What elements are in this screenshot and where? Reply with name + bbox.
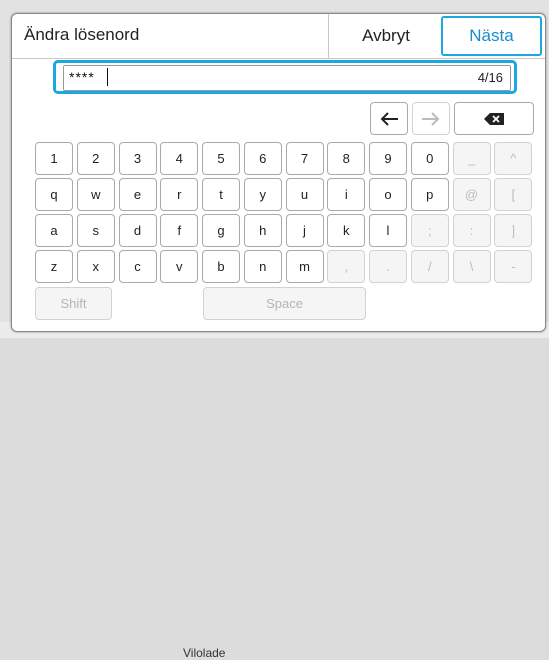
key[interactable]: c — [118, 250, 157, 283]
key[interactable]: x — [76, 250, 115, 283]
arrow-right-icon — [422, 111, 440, 126]
key[interactable]: ] — [494, 214, 533, 247]
key[interactable]: v — [160, 250, 199, 283]
next-button[interactable]: Nästa — [441, 16, 542, 56]
key[interactable]: 1 — [35, 142, 73, 175]
key[interactable]: 2 — [76, 142, 115, 175]
key[interactable]: - — [494, 250, 533, 283]
key[interactable]: y — [243, 178, 282, 211]
character-counter: 4/16 — [477, 70, 503, 85]
key[interactable]: d — [118, 214, 157, 247]
password-input[interactable]: **** 4/16 — [63, 65, 511, 91]
key[interactable]: r — [160, 178, 199, 211]
key[interactable]: : — [452, 214, 491, 247]
key[interactable]: n — [243, 250, 282, 283]
text-caret — [107, 68, 108, 86]
cancel-button[interactable]: Avbryt — [328, 14, 443, 58]
key[interactable]: 7 — [285, 142, 324, 175]
key[interactable]: l — [369, 214, 407, 247]
key[interactable]: w — [76, 178, 115, 211]
key[interactable]: e — [118, 178, 157, 211]
key[interactable]: p — [410, 178, 449, 211]
cursor-right-button[interactable] — [412, 102, 450, 135]
key[interactable]: 9 — [369, 142, 407, 175]
key[interactable]: k — [327, 214, 366, 247]
arrow-left-icon — [380, 111, 398, 126]
key[interactable]: 8 — [327, 142, 366, 175]
key[interactable]: [ — [494, 178, 533, 211]
change-password-dialog: Ändra lösenord Avbryt Nästa **** 4/16 12… — [11, 13, 546, 332]
key[interactable]: \ — [452, 250, 491, 283]
key[interactable]: s — [76, 214, 115, 247]
dialog-header: Ändra lösenord Avbryt Nästa — [12, 14, 545, 59]
backspace-icon — [484, 112, 504, 125]
key[interactable]: , — [327, 250, 366, 283]
key[interactable]: u — [285, 178, 324, 211]
key[interactable]: h — [243, 214, 282, 247]
key[interactable]: t — [202, 178, 240, 211]
dialog-title: Ändra lösenord — [24, 25, 140, 44]
key[interactable]: 5 — [202, 142, 240, 175]
key[interactable]: 4 — [160, 142, 199, 175]
key[interactable]: 3 — [118, 142, 157, 175]
password-field-focus: **** 4/16 — [53, 60, 517, 94]
key[interactable]: _ — [452, 142, 491, 175]
key[interactable]: q — [35, 178, 73, 211]
key[interactable]: b — [202, 250, 240, 283]
key[interactable]: o — [369, 178, 407, 211]
key[interactable]: ; — [410, 214, 449, 247]
key[interactable]: @ — [452, 178, 491, 211]
key[interactable]: 0 — [410, 142, 449, 175]
key[interactable]: f — [160, 214, 199, 247]
background-status-text: Vilolade — [183, 646, 226, 660]
password-value: **** — [69, 69, 95, 85]
key[interactable]: i — [327, 178, 366, 211]
key[interactable]: . — [369, 250, 407, 283]
key[interactable]: ^ — [494, 142, 533, 175]
key[interactable]: j — [285, 214, 324, 247]
cursor-left-button[interactable] — [370, 102, 408, 135]
key[interactable]: a — [35, 214, 73, 247]
key[interactable]: z — [35, 250, 73, 283]
key[interactable]: 6 — [243, 142, 282, 175]
key[interactable]: / — [410, 250, 449, 283]
backspace-button[interactable] — [454, 102, 534, 135]
key[interactable]: g — [202, 214, 240, 247]
key[interactable]: m — [285, 250, 324, 283]
shift-key[interactable]: Shift — [35, 287, 112, 320]
space-key[interactable]: Space — [203, 287, 366, 320]
